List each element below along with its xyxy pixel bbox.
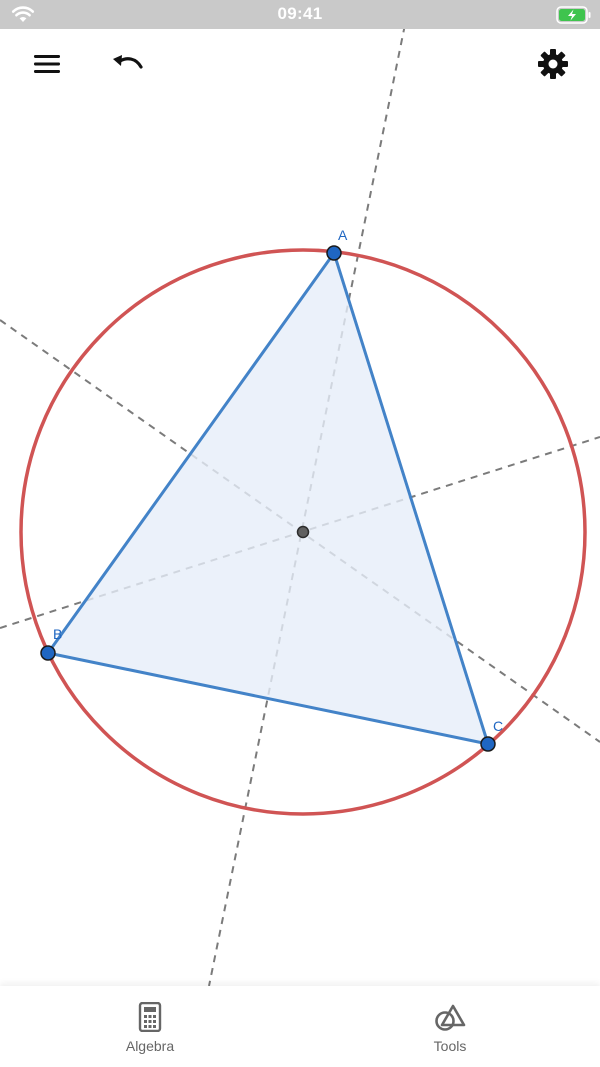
circumcenter-point[interactable] bbox=[296, 525, 310, 539]
point-b[interactable] bbox=[40, 645, 56, 661]
point-a[interactable] bbox=[326, 245, 342, 261]
shapes-tools-icon bbox=[433, 1000, 467, 1034]
point-c-label: C bbox=[493, 718, 503, 734]
menu-button[interactable] bbox=[25, 42, 69, 86]
graphics-view[interactable]: A B C bbox=[0, 29, 600, 986]
bottom-navigation-bar: Algebra Tools bbox=[0, 986, 600, 1067]
tab-algebra[interactable]: Algebra bbox=[95, 1000, 205, 1060]
hamburger-menu-icon bbox=[34, 55, 60, 73]
geometry-canvas[interactable]: A B C bbox=[0, 29, 600, 986]
tab-tools[interactable]: Tools bbox=[395, 1000, 505, 1060]
status-time: 09:41 bbox=[277, 4, 323, 23]
tab-tools-label: Tools bbox=[433, 1038, 467, 1054]
battery-charging-icon bbox=[556, 6, 591, 24]
calculator-icon bbox=[133, 1000, 167, 1034]
undo-button[interactable] bbox=[105, 42, 149, 86]
gear-icon bbox=[538, 49, 568, 79]
point-c[interactable] bbox=[480, 736, 496, 752]
settings-button[interactable] bbox=[531, 42, 575, 86]
triangle-abc[interactable] bbox=[46, 251, 490, 746]
point-b-label: B bbox=[53, 626, 62, 642]
tab-algebra-label: Algebra bbox=[125, 1038, 175, 1054]
undo-icon bbox=[113, 55, 143, 69]
status-bar: 09:41 bbox=[0, 0, 600, 29]
point-a-label: A bbox=[338, 227, 348, 243]
